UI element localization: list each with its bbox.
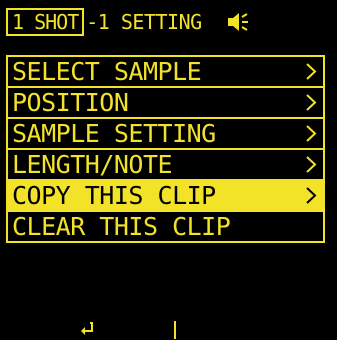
soft-key-bar	[0, 317, 337, 340]
menu-item-sample-setting[interactable]: SAMPLE SETTING	[8, 119, 323, 150]
menu-item-label: LENGTH/NOTE	[12, 150, 173, 179]
chevron-right-icon	[306, 187, 317, 204]
menu-item-select-sample[interactable]: SELECT SAMPLE	[8, 57, 323, 88]
menu-item-clear-this-clip[interactable]: CLEAR THIS CLIP	[8, 212, 323, 241]
page-title: -1 SETTING	[86, 10, 202, 34]
menu-item-position[interactable]: POSITION	[8, 88, 323, 119]
return-button[interactable]	[0, 317, 174, 340]
header-bar: 1 SHOT -1 SETTING	[0, 6, 337, 38]
device-screen: 1 SHOT -1 SETTING SELECT SAMPLE POSITION…	[0, 0, 337, 340]
right-soft-key[interactable]	[176, 317, 337, 340]
settings-menu: SELECT SAMPLE POSITION SAMPLE SETTING LE…	[6, 55, 325, 243]
menu-item-label: COPY THIS CLIP	[12, 181, 216, 210]
chevron-right-icon	[306, 156, 317, 173]
menu-item-copy-this-clip[interactable]: COPY THIS CLIP	[8, 181, 323, 212]
mode-indicator[interactable]: 1 SHOT	[6, 8, 85, 36]
menu-item-label: SAMPLE SETTING	[12, 119, 216, 148]
menu-item-label: SELECT SAMPLE	[12, 57, 202, 86]
chevron-right-icon	[306, 94, 317, 111]
speaker-icon	[227, 13, 248, 31]
menu-item-length-note[interactable]: LENGTH/NOTE	[8, 150, 323, 181]
chevron-right-icon	[306, 125, 317, 142]
chevron-right-icon	[306, 63, 317, 80]
menu-item-label: POSITION	[12, 88, 129, 117]
menu-item-label: CLEAR THIS CLIP	[12, 212, 231, 241]
return-icon	[81, 321, 93, 335]
